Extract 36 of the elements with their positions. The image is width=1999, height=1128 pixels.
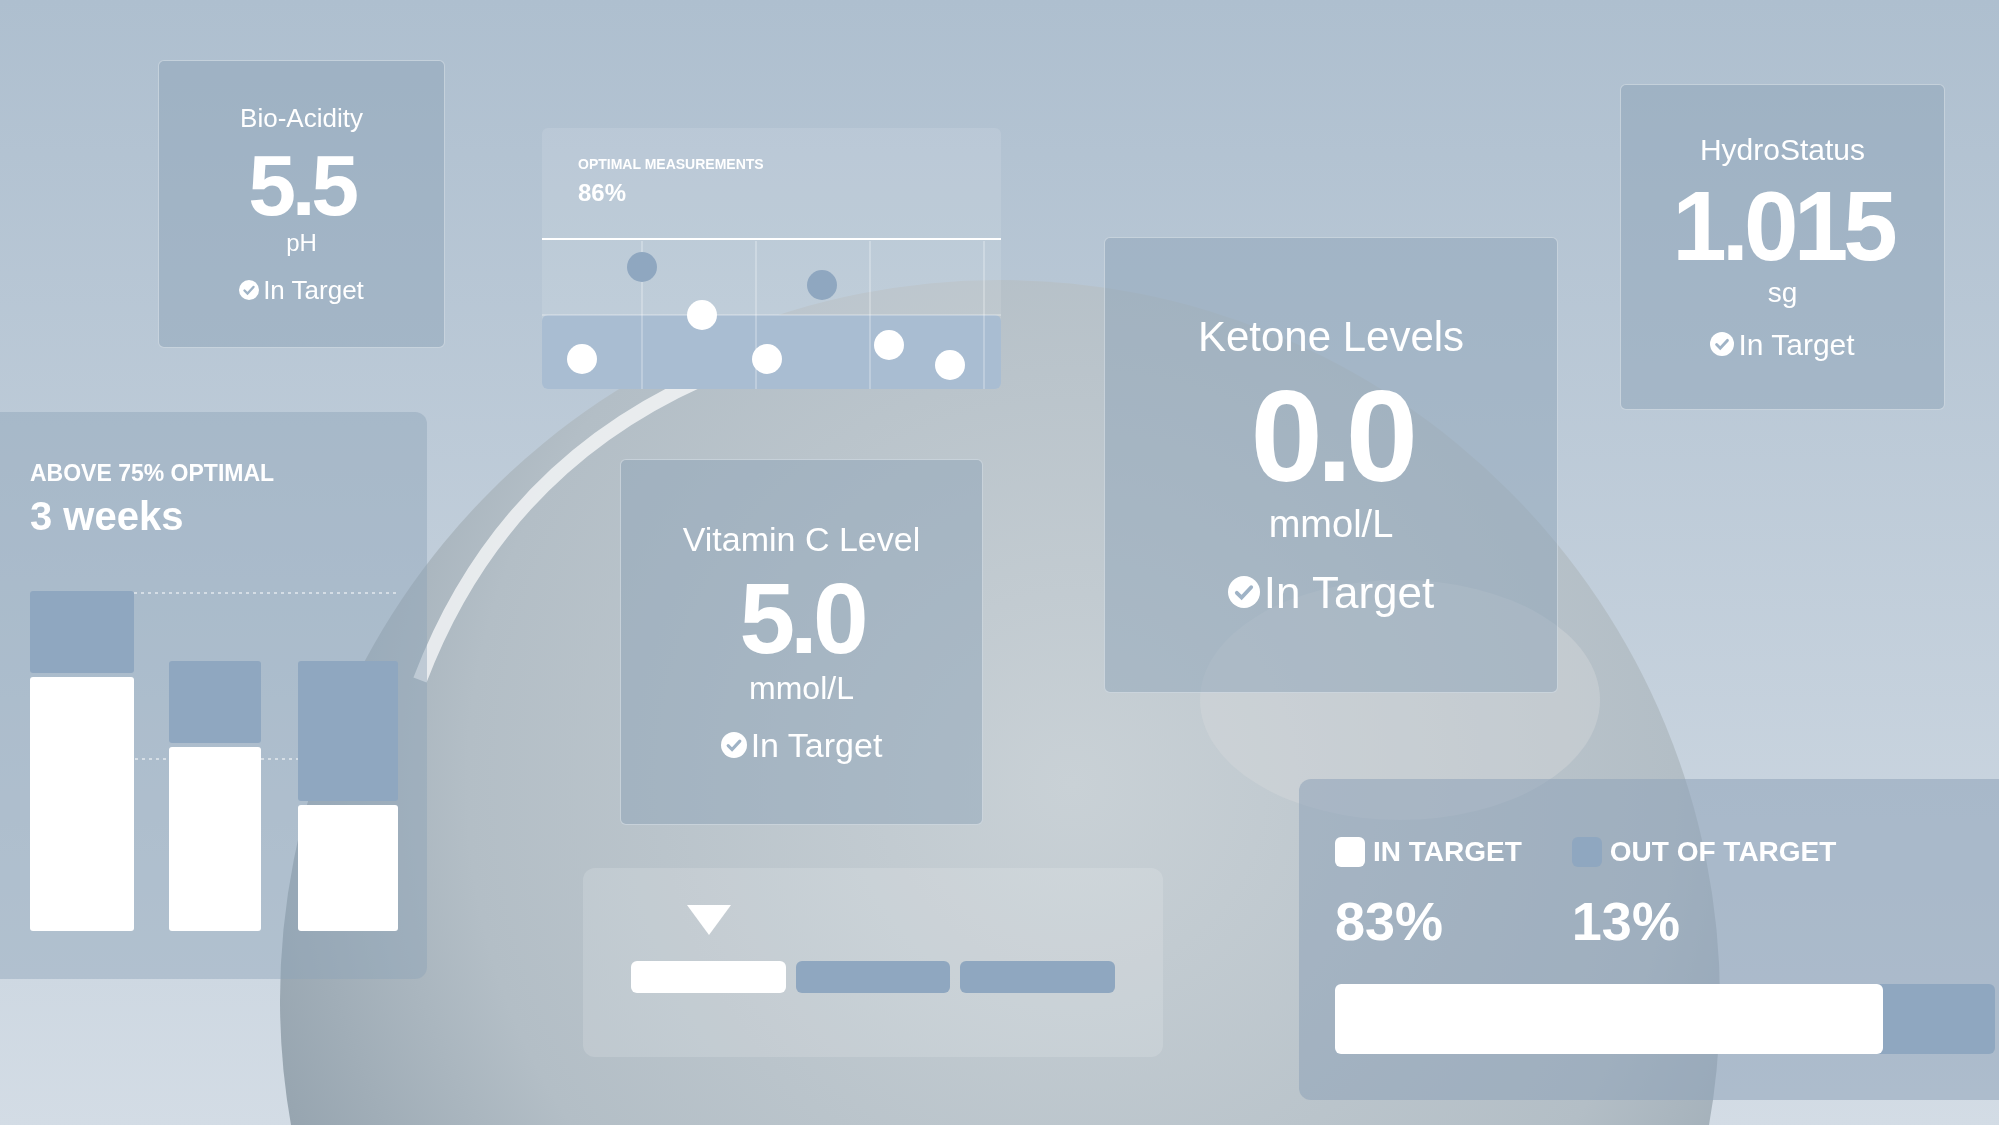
plot-dot	[935, 350, 965, 380]
status-label: In Target	[1738, 326, 1855, 363]
plot-dot	[627, 252, 657, 282]
legend-label: OUT OF TARGET	[1609, 835, 1837, 869]
streak-label: ABOVE 75% OPTIMAL	[30, 459, 276, 488]
metric-value: 0.0	[1250, 371, 1412, 501]
metric-title: Vitamin C Level	[682, 518, 921, 560]
metric-title: Bio-Acidity	[240, 101, 363, 134]
legend-label: IN TARGET	[1373, 835, 1522, 869]
status-label: In Target	[750, 725, 883, 766]
status-label: In Target	[263, 274, 364, 307]
legend-value: 83%	[1335, 890, 1445, 953]
legend-value: 13%	[1571, 890, 1681, 953]
metric-unit: mmol/L	[1268, 502, 1394, 547]
plot-dot	[752, 344, 782, 374]
metric-unit: mmol/L	[749, 669, 854, 708]
streak-value: 3 weeks	[30, 492, 185, 540]
check-circle-icon	[1710, 332, 1735, 357]
metric-title: HydroStatus	[1699, 132, 1866, 168]
measurements-label: OPTIMAL MEASUREMENTS	[578, 155, 765, 174]
status-label: In Target	[1263, 566, 1435, 619]
plot-dot	[567, 344, 597, 374]
metric-value: 1.015	[1672, 176, 1893, 275]
plot-dot	[874, 330, 904, 360]
metric-unit: sg	[1767, 275, 1798, 310]
metric-value: 5.5	[248, 142, 355, 228]
check-circle-icon	[720, 732, 747, 759]
plot-dot	[687, 300, 717, 330]
metric-value: 5.0	[739, 568, 864, 668]
pointer-icon	[685, 902, 733, 937]
metric-unit: pH	[286, 228, 317, 258]
check-circle-icon	[239, 280, 260, 301]
metric-title: Ketone Levels	[1197, 311, 1465, 362]
check-circle-icon	[1227, 576, 1260, 608]
measurements-value: 86%	[578, 178, 628, 208]
plot-dot	[807, 270, 837, 300]
